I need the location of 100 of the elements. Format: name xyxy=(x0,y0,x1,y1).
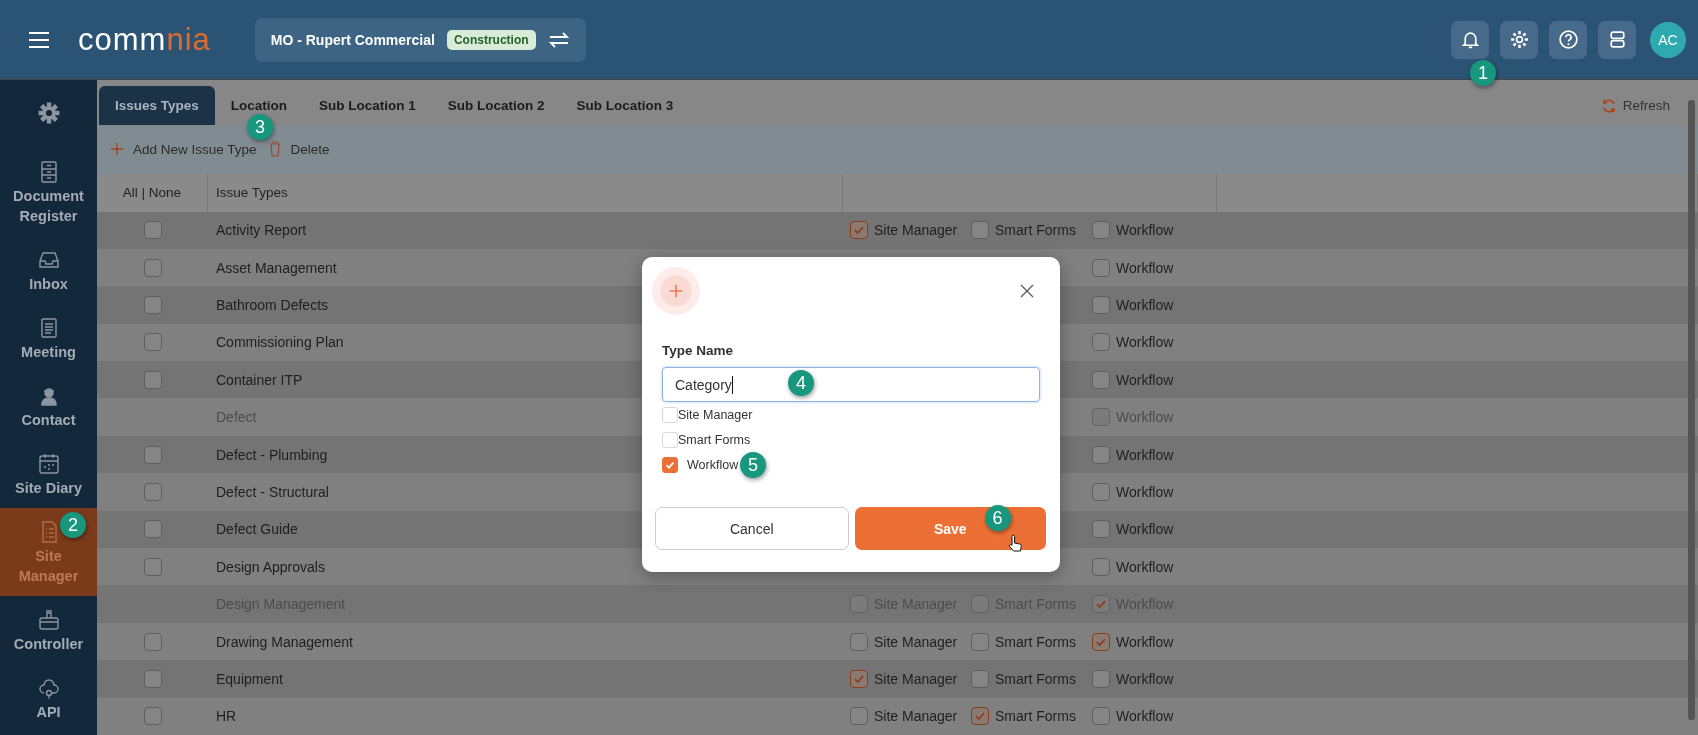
permission-checkbox[interactable] xyxy=(850,221,868,240)
refresh-icon xyxy=(1600,97,1617,114)
permission-label: Site Manager xyxy=(874,222,958,239)
scrollbar[interactable] xyxy=(1688,100,1695,720)
permission-checkbox[interactable] xyxy=(850,669,868,688)
settings-icon[interactable] xyxy=(1500,20,1538,59)
type-name-field[interactable]: Category 4 xyxy=(662,367,1040,402)
permission-checkbox[interactable] xyxy=(850,707,868,726)
permission-checkbox[interactable] xyxy=(971,707,989,726)
row-checkbox[interactable] xyxy=(143,370,162,389)
field-label: Type Name xyxy=(662,343,735,358)
row-checkbox[interactable] xyxy=(143,632,162,651)
server-icon[interactable] xyxy=(1598,20,1636,59)
permission-checkbox[interactable] xyxy=(1092,296,1110,314)
refresh-button[interactable]: Refresh xyxy=(1600,86,1670,126)
row-checkbox[interactable] xyxy=(143,333,162,352)
sidebar-label: Inbox xyxy=(29,275,68,294)
step-marker: 1 xyxy=(1470,59,1496,86)
permission-checkbox[interactable] xyxy=(850,632,868,651)
tab[interactable]: Sub Location 1 xyxy=(303,86,432,126)
permission-checkbox[interactable] xyxy=(1092,632,1110,651)
permission-label: Smart Forms xyxy=(995,633,1076,650)
hand-cursor-icon xyxy=(1006,534,1023,554)
permission-checkbox[interactable] xyxy=(1092,707,1110,726)
trash-icon xyxy=(268,141,281,158)
menu-icon[interactable] xyxy=(28,30,50,49)
sidebar-item[interactable]: Site Manager 2 xyxy=(0,508,97,596)
cancel-button[interactable]: Cancel xyxy=(655,507,849,550)
sidebar-item[interactable]: Meeting xyxy=(0,304,97,372)
option-checkbox[interactable] xyxy=(662,457,678,473)
issue-type-name: Defect - Plumbing xyxy=(216,446,328,463)
row-checkbox[interactable] xyxy=(143,296,162,314)
permission-checkbox[interactable] xyxy=(1092,669,1110,688)
project-name: MO - Rupert Commercial xyxy=(270,31,435,48)
plus-icon xyxy=(111,143,123,156)
permission-checkbox[interactable] xyxy=(971,632,989,651)
permission-label: Site Manager xyxy=(874,633,958,650)
sidebar-label: Site Diary xyxy=(15,479,82,498)
column-header[interactable]: All | None xyxy=(97,173,208,212)
project-type-badge: Construction xyxy=(446,29,536,50)
permission-label: Workflow xyxy=(1116,259,1174,276)
issue-type-name: Activity Report xyxy=(216,222,307,239)
close-icon[interactable] xyxy=(1020,284,1034,298)
row-checkbox[interactable] xyxy=(143,482,162,501)
permission-label: Workflow xyxy=(1116,708,1174,725)
logo: commnia xyxy=(78,21,211,58)
row-checkbox[interactable] xyxy=(143,669,162,688)
permission-label: Site Manager xyxy=(874,708,958,725)
permission-checkbox[interactable] xyxy=(971,221,989,240)
row-checkbox[interactable] xyxy=(143,258,162,277)
sidebar-item[interactable]: API xyxy=(0,664,97,732)
row-checkbox[interactable] xyxy=(143,445,162,464)
sidebar-item[interactable]: Contact xyxy=(0,372,97,440)
sidebar-label: API xyxy=(36,703,61,722)
row-checkbox[interactable] xyxy=(143,221,162,240)
permission-label: Workflow xyxy=(1116,446,1174,463)
option-label: Site Manager xyxy=(678,408,753,422)
row-checkbox[interactable] xyxy=(143,520,162,539)
cloud-icon xyxy=(36,676,61,700)
save-button[interactable]: Save 6 xyxy=(854,507,1046,550)
issue-type-name: Defect - Structural xyxy=(216,483,329,500)
permission-checkbox[interactable] xyxy=(1092,370,1110,389)
permission-checkbox[interactable] xyxy=(971,669,989,688)
step-marker: 5 xyxy=(740,452,766,478)
permission-checkbox[interactable] xyxy=(1092,333,1110,352)
step-marker: 6 xyxy=(984,505,1011,531)
sidebar-label: Document Register xyxy=(12,187,85,226)
row-checkbox[interactable] xyxy=(143,707,162,726)
help-icon[interactable] xyxy=(1549,20,1587,59)
sidebar-item[interactable]: Site Diary xyxy=(0,440,97,508)
issue-type-name: Bathroom Defects xyxy=(216,297,329,313)
permission-label: Workflow xyxy=(1116,670,1174,687)
swap-icon[interactable] xyxy=(547,30,570,49)
project-switcher[interactable]: MO - Rupert Commercial Construction xyxy=(254,17,586,62)
permission-checkbox[interactable] xyxy=(1092,445,1110,464)
issue-type-name: HR xyxy=(216,708,237,725)
permission-label: Workflow xyxy=(1116,371,1174,388)
permission-checkbox[interactable] xyxy=(1092,482,1110,501)
permission-label: Workflow xyxy=(1116,558,1174,575)
sidebar-item[interactable]: Document Register xyxy=(0,148,97,236)
tab[interactable]: Sub Location 2 xyxy=(431,86,561,126)
plus-icon xyxy=(652,267,700,315)
permission-checkbox[interactable] xyxy=(1092,258,1110,277)
permission-checkbox[interactable] xyxy=(1092,557,1110,576)
permission-label: Smart Forms xyxy=(995,708,1076,725)
controller-icon xyxy=(36,608,61,632)
permission-label: Smart Forms xyxy=(995,670,1076,687)
step-marker: 4 xyxy=(788,370,814,396)
sidebar-label: Controller xyxy=(13,635,84,654)
permission-checkbox[interactable] xyxy=(1092,221,1110,240)
permission-checkbox[interactable] xyxy=(1092,520,1110,539)
permission-label: Workflow xyxy=(1116,297,1174,313)
issue-type-name: Container ITP xyxy=(216,371,303,388)
row-checkbox[interactable] xyxy=(143,557,162,576)
bell-icon[interactable] xyxy=(1451,20,1489,59)
tab[interactable]: Issues Types xyxy=(99,86,215,126)
sidebar-item[interactable]: Inbox xyxy=(0,236,97,304)
tab[interactable]: Sub Location 3 xyxy=(560,86,690,126)
sidebar-item[interactable]: Controller xyxy=(0,596,97,664)
sidebar-label: Meeting xyxy=(21,343,76,362)
